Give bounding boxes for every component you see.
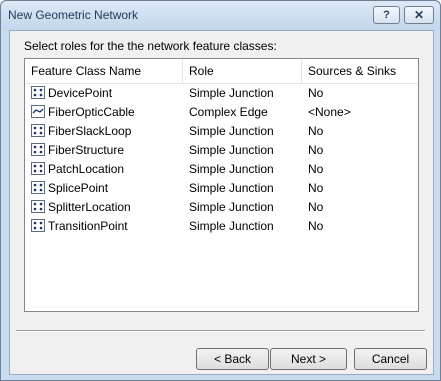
list-item[interactable]: SplicePoint Simple Junction No: [25, 179, 418, 198]
column-header-name[interactable]: Feature Class Name: [25, 59, 183, 83]
sources-sinks-cell[interactable]: <None>: [308, 103, 351, 122]
instruction-text: Select roles for the the network feature…: [24, 39, 277, 53]
list-item[interactable]: FiberOpticCable Complex Edge <None>: [25, 103, 418, 122]
feature-class-name: FiberSlackLoop: [48, 124, 132, 138]
role-cell[interactable]: Simple Junction: [189, 84, 274, 103]
back-button[interactable]: < Back: [196, 348, 269, 370]
divider: [16, 330, 425, 332]
role-cell[interactable]: Simple Junction: [189, 122, 274, 141]
sources-sinks-cell[interactable]: No: [308, 179, 323, 198]
feature-class-name: PatchLocation: [48, 162, 125, 176]
feature-class-name: DevicePoint: [48, 86, 113, 100]
list-item[interactable]: FiberStructure Simple Junction No: [25, 141, 418, 160]
role-cell[interactable]: Simple Junction: [189, 141, 274, 160]
junction-icon: [31, 143, 45, 156]
sources-sinks-cell[interactable]: No: [308, 198, 323, 217]
role-cell[interactable]: Simple Junction: [189, 179, 274, 198]
dialog-window: New Geometric Network ? ✕ Select roles f…: [0, 0, 441, 381]
column-header-sources[interactable]: Sources & Sinks: [302, 59, 418, 83]
role-cell[interactable]: Simple Junction: [189, 217, 274, 236]
role-cell[interactable]: Complex Edge: [189, 103, 268, 122]
junction-icon: [31, 162, 45, 175]
feature-class-list[interactable]: Feature Class Name Role Sources & Sinks …: [24, 58, 419, 312]
title-bar[interactable]: New Geometric Network ? ✕: [1, 1, 440, 30]
list-item[interactable]: FiberSlackLoop Simple Junction No: [25, 122, 418, 141]
sources-sinks-cell[interactable]: No: [308, 122, 323, 141]
junction-icon: [31, 124, 45, 137]
sources-sinks-cell[interactable]: No: [308, 141, 323, 160]
junction-icon: [31, 181, 45, 194]
list-item[interactable]: TransitionPoint Simple Junction No: [25, 217, 418, 236]
junction-icon: [31, 200, 45, 213]
sources-sinks-cell[interactable]: No: [308, 160, 323, 179]
list-header: Feature Class Name Role Sources & Sinks: [25, 59, 418, 84]
feature-class-name: TransitionPoint: [48, 219, 128, 233]
close-button[interactable]: ✕: [404, 6, 434, 24]
role-cell[interactable]: Simple Junction: [189, 160, 274, 179]
help-button[interactable]: ?: [373, 6, 400, 24]
list-item[interactable]: SplitterLocation Simple Junction No: [25, 198, 418, 217]
feature-class-name: SplitterLocation: [48, 200, 131, 214]
window-title: New Geometric Network: [8, 8, 139, 22]
feature-class-name: SplicePoint: [48, 181, 109, 195]
sources-sinks-cell[interactable]: No: [308, 217, 323, 236]
list-item[interactable]: PatchLocation Simple Junction No: [25, 160, 418, 179]
junction-icon: [31, 219, 45, 232]
sources-sinks-cell[interactable]: No: [308, 84, 323, 103]
edge-icon: [31, 105, 45, 118]
feature-class-name: FiberOpticCable: [48, 105, 135, 119]
column-header-role[interactable]: Role: [183, 59, 302, 83]
dialog-body: Select roles for the the network feature…: [9, 30, 434, 375]
cancel-button[interactable]: Cancel: [354, 348, 427, 370]
list-item[interactable]: DevicePoint Simple Junction No: [25, 84, 418, 103]
role-cell[interactable]: Simple Junction: [189, 198, 274, 217]
next-button[interactable]: Next >: [270, 348, 347, 370]
feature-class-name: FiberStructure: [48, 143, 125, 157]
junction-icon: [31, 86, 45, 99]
